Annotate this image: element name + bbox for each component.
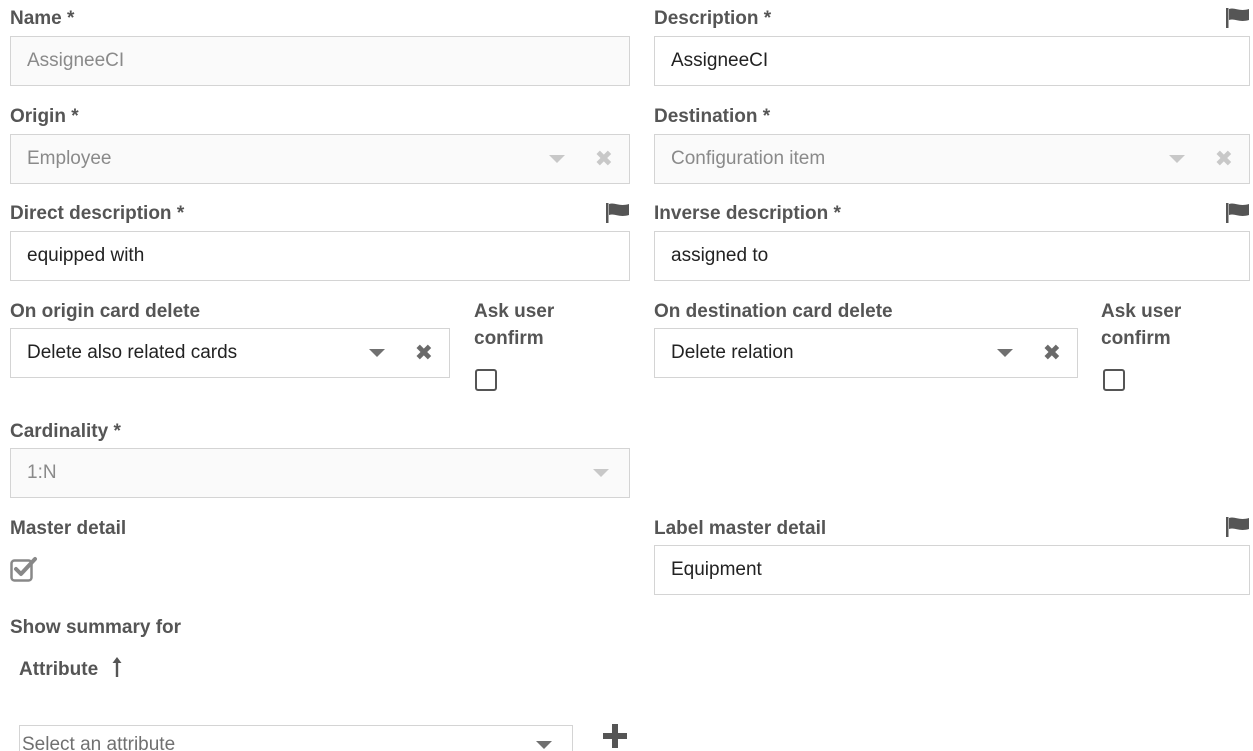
arrow-up-icon: [112, 657, 122, 677]
inverse-description-value: assigned to: [671, 245, 769, 266]
inverse-description-flag-icon[interactable]: [1226, 203, 1250, 223]
cardinality-value: 1:N: [27, 462, 57, 483]
name-field: AssigneeCI: [10, 36, 630, 86]
label-master-detail-input[interactable]: Equipment: [654, 545, 1250, 595]
ask-user-confirm-destination-label-line2: confirm: [1101, 328, 1171, 349]
destination-value: Configuration item: [671, 148, 826, 169]
chevron-down-icon: [548, 155, 565, 163]
description-label: Description *: [654, 8, 772, 29]
ask-user-confirm-origin-label-line1: Ask user: [474, 301, 555, 322]
origin-select: Employee ✖: [10, 134, 630, 184]
clear-icon[interactable]: ✖: [415, 342, 433, 364]
show-summary-for-label: Show summary for: [10, 617, 182, 638]
master-detail-checkbox[interactable]: [10, 556, 38, 582]
direct-description-input[interactable]: equipped with: [10, 231, 630, 281]
on-destination-card-delete-value: Delete relation: [671, 342, 794, 363]
name-label: Name *: [10, 8, 75, 29]
direct-description-flag-icon[interactable]: [606, 203, 630, 223]
description-input[interactable]: AssigneeCI: [654, 36, 1250, 86]
origin-value: Employee: [27, 148, 112, 169]
description-value: AssigneeCI: [671, 50, 769, 71]
chevron-down-icon: [1168, 155, 1185, 163]
ask-user-confirm-destination-checkbox[interactable]: [1103, 369, 1125, 391]
on-origin-card-delete-select[interactable]: Delete also related cards ✖: [10, 328, 450, 378]
inverse-description-input[interactable]: assigned to: [654, 231, 1250, 281]
on-origin-card-delete-value: Delete also related cards: [27, 342, 238, 363]
add-attribute-plus-icon[interactable]: [603, 724, 627, 748]
cardinality-select: 1:N: [10, 448, 630, 498]
cardinality-label: Cardinality *: [10, 421, 121, 442]
clear-icon: ✖: [1214, 146, 1233, 171]
description-flag-icon[interactable]: [1226, 8, 1250, 28]
attribute-select[interactable]: Select an attribute: [19, 725, 573, 751]
attribute-header-text: Attribute: [19, 659, 99, 680]
clear-icon: ✖: [594, 146, 613, 171]
master-detail-label: Master detail: [10, 518, 127, 539]
label-master-detail-value: Equipment: [671, 559, 762, 580]
label-master-detail-flag-icon[interactable]: [1226, 517, 1250, 537]
inverse-description-label: Inverse description *: [654, 203, 841, 224]
direct-description-label: Direct description *: [10, 203, 185, 224]
ask-user-confirm-origin-label-line2: confirm: [474, 328, 544, 349]
on-destination-card-delete-label: On destination card delete: [654, 301, 893, 322]
label-master-detail-label: Label master detail: [654, 518, 827, 539]
name-value: AssigneeCI: [27, 50, 125, 71]
origin-label: Origin *: [10, 106, 79, 127]
attribute-column-header[interactable]: Attribute: [19, 656, 123, 681]
ask-user-confirm-destination-label-line1: Ask user: [1101, 301, 1182, 322]
clear-icon[interactable]: ✖: [1043, 342, 1061, 364]
destination-label: Destination *: [654, 106, 771, 127]
ask-user-confirm-origin-checkbox[interactable]: [475, 369, 497, 391]
chevron-down-icon[interactable]: [536, 741, 552, 749]
direct-description-value: equipped with: [27, 245, 145, 266]
destination-select: Configuration item ✖: [654, 134, 1250, 184]
on-destination-card-delete-select[interactable]: Delete relation ✖: [654, 328, 1078, 378]
chevron-down-icon[interactable]: [368, 349, 385, 357]
chevron-down-icon: [593, 469, 609, 477]
attribute-select-placeholder: Select an attribute: [22, 734, 176, 751]
on-origin-card-delete-label: On origin card delete: [10, 301, 201, 322]
chevron-down-icon[interactable]: [996, 349, 1013, 357]
